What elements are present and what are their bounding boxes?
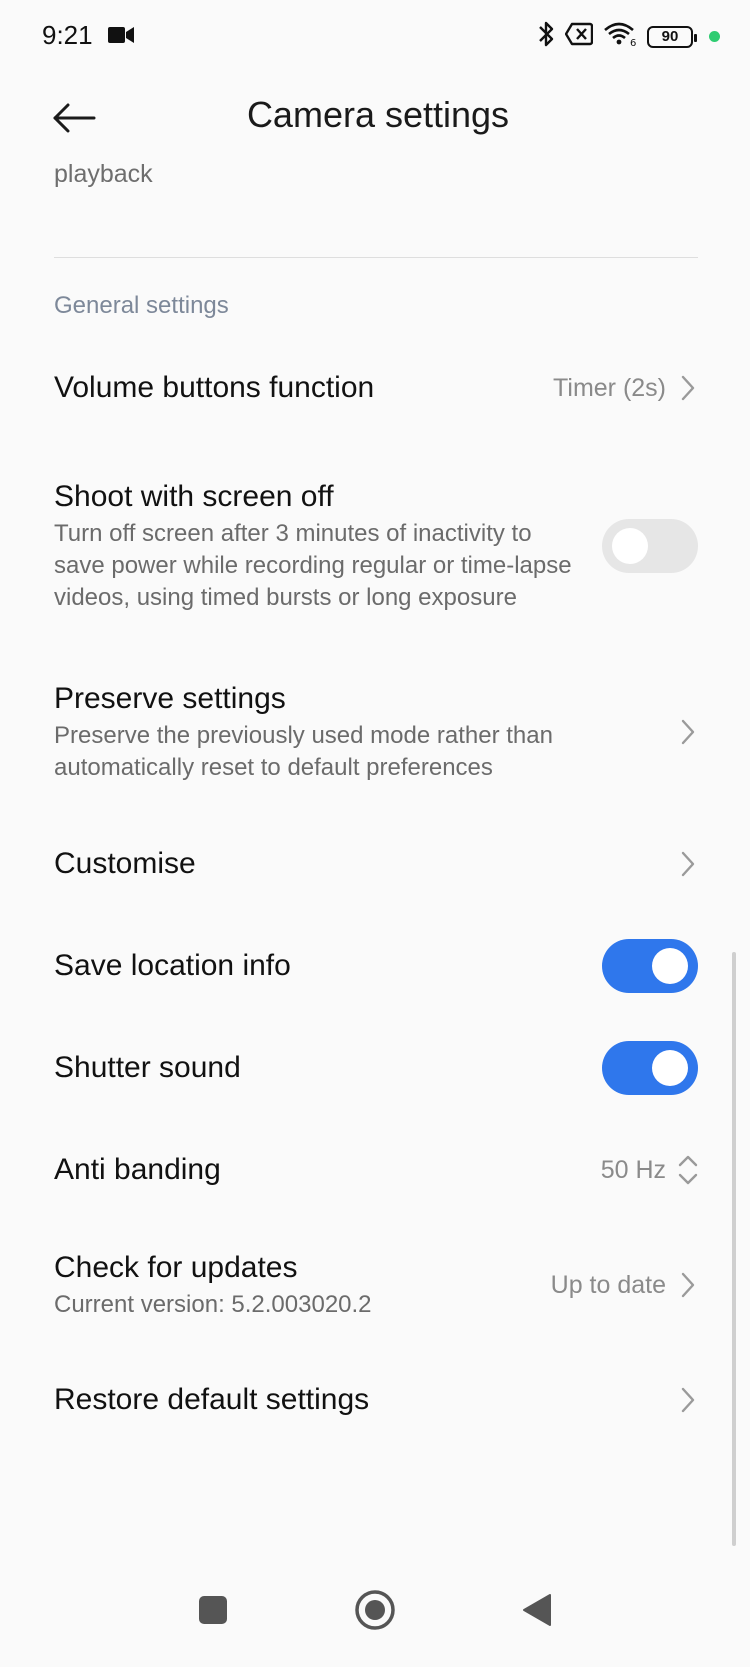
recents-button[interactable]	[186, 1585, 240, 1639]
customise-row[interactable]: Customise	[54, 836, 698, 892]
row-title: Shoot with screen off	[54, 480, 334, 513]
row-subtitle: Preserve the previously used mode rather…	[54, 722, 553, 781]
home-button[interactable]	[348, 1585, 402, 1639]
row-title: Anti banding	[54, 1153, 221, 1186]
chevron-right-icon	[678, 375, 698, 401]
wifi-icon: 6	[603, 21, 637, 52]
row-title: Save location info	[54, 949, 291, 982]
shoot-with-screen-off-row: Shoot with screen off Turn off screen af…	[54, 464, 698, 628]
shutter-sound-row: Shutter sound	[54, 1040, 698, 1096]
status-time: 9:21	[42, 20, 93, 50]
home-circle-icon	[354, 1589, 396, 1636]
back-triangle-icon	[522, 1593, 552, 1632]
divider	[54, 257, 698, 258]
check-for-updates-row[interactable]: Check for updates Current version: 5.2.0…	[54, 1240, 698, 1330]
row-title: Preserve settings	[54, 682, 286, 715]
row-value: 50 Hz	[600, 1155, 666, 1184]
chevron-up-down-icon	[678, 1154, 698, 1186]
restore-default-settings-row[interactable]: Restore default settings	[54, 1372, 698, 1428]
save-location-toggle[interactable]	[602, 939, 698, 993]
row-title: Volume buttons function	[54, 371, 375, 404]
toggle-knob	[652, 1050, 688, 1086]
shutter-sound-toggle[interactable]	[602, 1041, 698, 1095]
shoot-screen-off-toggle[interactable]	[602, 519, 698, 573]
bluetooth-icon	[537, 20, 555, 53]
chevron-right-icon	[678, 851, 698, 877]
chevron-right-icon	[678, 1387, 698, 1413]
preserve-settings-row[interactable]: Preserve settings Preserve the previousl…	[54, 680, 698, 784]
volume-buttons-function-row[interactable]: Volume buttons function Timer (2s)	[54, 360, 698, 416]
battery-icon: 90	[647, 25, 697, 48]
save-location-info-row: Save location info	[54, 938, 698, 994]
svg-text:6: 6	[630, 38, 636, 47]
page-title: Camera settings	[246, 94, 510, 135]
battery-level: 90	[661, 28, 679, 45]
recents-square-icon	[198, 1595, 228, 1630]
app-header: Camera settings	[0, 80, 750, 160]
back-nav-button[interactable]	[510, 1585, 564, 1639]
toggle-knob	[612, 528, 648, 564]
scrollbar[interactable]	[732, 952, 736, 1546]
no-sim-icon	[564, 22, 594, 51]
status-icons: 6 90	[537, 20, 720, 53]
row-title: Restore default settings	[54, 1383, 370, 1416]
system-nav-bar	[0, 1557, 750, 1667]
section-title: General settings	[54, 292, 229, 319]
row-value: Timer (2s)	[553, 373, 666, 402]
row-title: Customise	[54, 847, 196, 880]
toggle-knob	[652, 948, 688, 984]
chevron-right-icon	[678, 719, 698, 745]
row-value: Up to date	[550, 1270, 666, 1299]
chevron-right-icon	[678, 1272, 698, 1298]
row-subtitle: Turn off screen after 3 minutes of inact…	[54, 520, 572, 611]
row-subtitle: Current version: 5.2.003020.2	[54, 1291, 372, 1318]
privacy-indicator-dot	[709, 31, 720, 42]
status-bar: 9:21 6 90	[0, 0, 750, 72]
row-title: Check for updates	[54, 1251, 298, 1284]
row-title: Shutter sound	[54, 1051, 241, 1084]
video-camera-icon	[108, 26, 134, 49]
anti-banding-row[interactable]: Anti banding 50 Hz	[54, 1142, 698, 1198]
partial-item-text: playback	[54, 160, 153, 188]
